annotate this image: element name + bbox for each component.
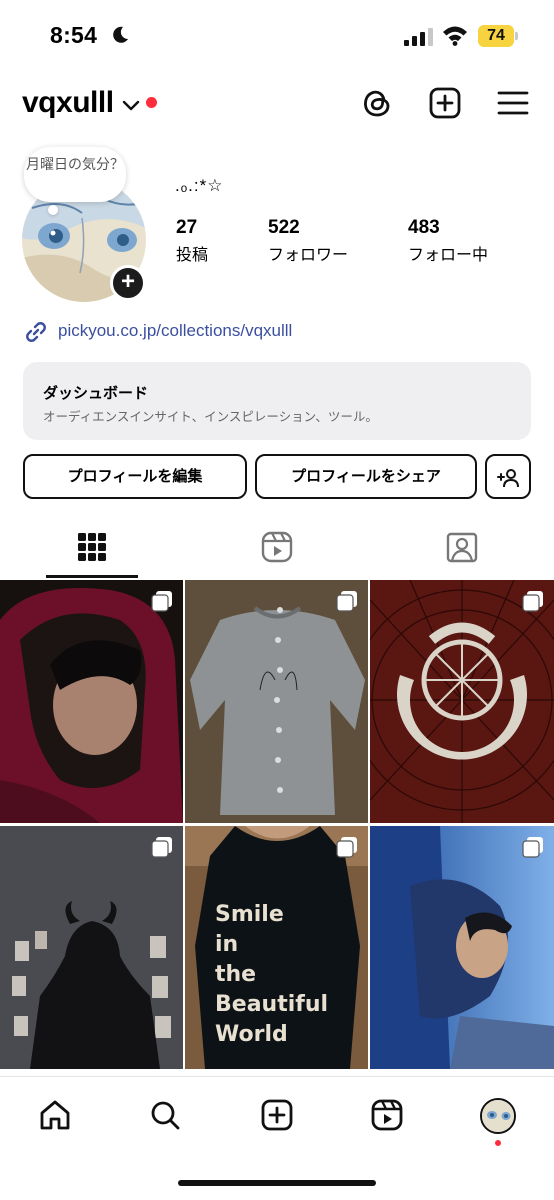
display-name: .ₒ.:*☆ <box>175 176 224 195</box>
profile-notification-dot <box>495 1140 501 1146</box>
post-image <box>370 580 554 823</box>
wifi-icon <box>443 26 467 46</box>
search-icon[interactable] <box>148 1098 182 1132</box>
following-count[interactable]: 483 <box>408 217 440 239</box>
following-label[interactable]: フォロー中 <box>408 241 488 265</box>
multiple-photos-icon <box>151 837 172 858</box>
notification-dot <box>146 97 157 108</box>
shirt-print-line: World <box>215 1022 288 1047</box>
shirt-print-line: Smile <box>215 902 284 927</box>
edit-profile-button[interactable]: プロフィールを編集 <box>23 454 247 499</box>
create-post-icon[interactable] <box>428 86 462 120</box>
reels-icon[interactable] <box>370 1098 404 1132</box>
cellular-signal-icon <box>404 28 433 46</box>
status-time: 8:54 <box>50 22 98 48</box>
threads-icon[interactable] <box>360 86 394 120</box>
battery-indicator: 74 <box>478 25 514 47</box>
note-bubble[interactable]: 月曜日の気分？ <box>24 147 126 202</box>
multiple-photos-icon <box>336 591 357 612</box>
add-story-button[interactable]: + <box>110 265 146 301</box>
post-image <box>185 580 368 823</box>
status-bar: 8:54 74 <box>0 0 554 72</box>
discover-people-button[interactable] <box>485 454 531 499</box>
active-tab-indicator <box>46 575 138 578</box>
tagged-tab[interactable] <box>445 530 479 564</box>
reels-tab[interactable] <box>260 530 294 564</box>
post-image <box>370 826 554 1069</box>
grid-tab[interactable] <box>75 530 109 564</box>
post-image <box>0 826 183 1069</box>
battery-tip <box>515 32 518 40</box>
grid-post[interactable] <box>370 826 554 1069</box>
post-image: Smile in the Beautiful World <box>185 826 368 1069</box>
followers-label[interactable]: フォロワー <box>268 241 348 265</box>
profile-link-text[interactable]: pickyou.co.jp/collections/vqxulll <box>58 321 292 341</box>
posts-count: 27 <box>176 217 198 238</box>
menu-icon[interactable] <box>496 86 530 120</box>
followers-count[interactable]: 522 <box>268 217 300 239</box>
moon-icon <box>113 26 128 43</box>
add-person-icon <box>497 469 519 488</box>
home-icon[interactable] <box>38 1098 72 1132</box>
create-icon[interactable] <box>260 1098 294 1132</box>
chevron-down-icon[interactable] <box>122 98 140 112</box>
username[interactable]: vqxulll <box>22 86 114 120</box>
dashboard-subtitle: オーディエンスインサイト、インスピレーション、ツール。 <box>43 410 378 424</box>
posts-label: 投稿 <box>176 247 209 264</box>
profile-avatar[interactable] <box>480 1098 516 1134</box>
multiple-photos-icon <box>336 837 357 858</box>
grid-post[interactable] <box>370 580 554 823</box>
shirt-print-line: the <box>215 962 256 987</box>
grid-post[interactable] <box>0 580 183 823</box>
share-profile-button[interactable]: プロフィールをシェア <box>255 454 477 499</box>
shirt-print-line: Beautiful <box>215 992 328 1017</box>
home-indicator <box>178 1180 376 1186</box>
multiple-photos-icon <box>522 591 543 612</box>
profile-header: vqxulll <box>0 78 554 130</box>
link-icon <box>26 322 46 342</box>
grid-post[interactable] <box>0 826 183 1069</box>
grid-post[interactable]: Smile in the Beautiful World <box>185 826 368 1069</box>
shirt-print-line: in <box>215 932 238 957</box>
nav-avatar-image <box>482 1100 514 1132</box>
multiple-photos-icon <box>522 837 543 858</box>
grid-post[interactable] <box>185 580 368 823</box>
dashboard-title: ダッシュボード <box>43 385 149 402</box>
multiple-photos-icon <box>151 591 172 612</box>
note-bubble-tail <box>48 205 58 215</box>
post-image <box>0 580 183 823</box>
dashboard-card[interactable]: ダッシュボード オーディエンスインサイト、インスピレーション、ツール。 <box>23 362 531 440</box>
